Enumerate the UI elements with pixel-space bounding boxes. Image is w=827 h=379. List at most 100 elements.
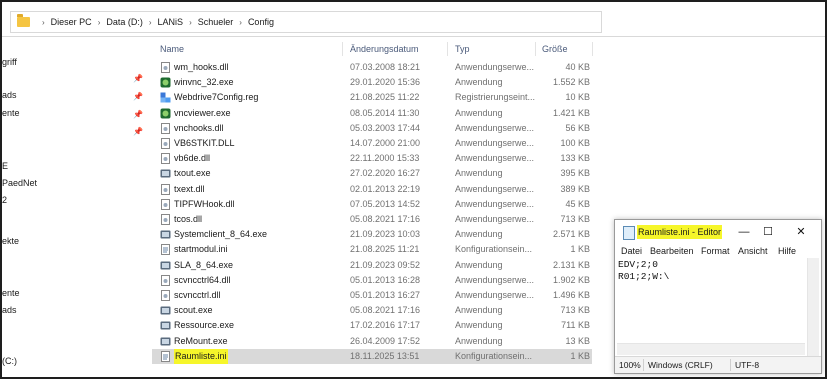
- app-icon: [160, 320, 171, 331]
- file-row[interactable]: startmodul.ini 21.08.2025 11:21 Konfigurat…: [152, 242, 592, 257]
- close-button[interactable]: ✕: [793, 224, 809, 240]
- column-separator[interactable]: [535, 42, 536, 56]
- nav-item-documents-2[interactable]: ente: [2, 286, 20, 300]
- status-zoom: 100%: [619, 360, 641, 370]
- column-header-name[interactable]: Name: [160, 42, 184, 56]
- menu-edit[interactable]: Bearbeiten: [650, 244, 694, 258]
- file-row[interactable]: txout.exe 27.02.2020 16:27 Anwendung 395 KB: [152, 166, 592, 181]
- nav-item-paednet[interactable]: PaedNet: [2, 176, 37, 190]
- notepad-statusbar: 100% Windows (CRLF) UTF-8: [615, 356, 821, 373]
- file-row[interactable]: vb6de.dll 22.11.2000 15:33 Anwendungserwe.…: [152, 151, 592, 166]
- pin-icon[interactable]: 📌: [133, 127, 143, 137]
- menu-help[interactable]: Hilfe: [778, 244, 796, 258]
- file-date: 22.11.2000 15:33: [350, 153, 420, 164]
- file-date: 26.04.2009 17:52: [350, 335, 421, 346]
- pin-icon[interactable]: 📌: [133, 92, 143, 102]
- horizontal-scrollbar[interactable]: [617, 343, 805, 355]
- nav-item-downloads-2[interactable]: ads: [2, 303, 17, 317]
- nav-item-quick-access[interactable]: griff: [2, 55, 17, 69]
- notepad-titlebar[interactable]: Raumliste.ini - Editor — ☐ ✕: [615, 220, 821, 244]
- breadcrumb-lanis[interactable]: LANiS: [158, 17, 184, 27]
- menu-view[interactable]: Ansicht: [738, 244, 768, 258]
- column-header-date[interactable]: Änderungsdatum: [350, 42, 419, 56]
- address-bar[interactable]: › Dieser PC › Data (D:) › LANiS › Schuel…: [10, 11, 602, 33]
- file-size: 1 KB: [570, 350, 590, 361]
- file-row[interactable]: Ressource.exe 17.02.2016 17:17 Anwendung 71…: [152, 318, 592, 333]
- file-row[interactable]: ReMount.exe 26.04.2009 17:52 Anwendung 13 K…: [152, 334, 592, 349]
- file-type: Anwendung: [455, 107, 503, 118]
- menu-file[interactable]: Datei: [621, 244, 642, 258]
- vertical-scrollbar[interactable]: [807, 258, 819, 356]
- file-type: Anwendungserwe...: [455, 183, 535, 194]
- nav-item-downloads[interactable]: ads: [2, 88, 17, 102]
- chevron-right-icon[interactable]: ›: [98, 18, 101, 27]
- file-row[interactable]: Raumliste.ini 18.11.2025 13:51 Konfigurati…: [152, 348, 592, 364]
- status-divider: [730, 359, 731, 371]
- text-line: R01;2;W:\: [618, 271, 670, 282]
- file-name: startmodul.ini: [174, 244, 228, 255]
- file-name: wm_hooks.dll: [174, 62, 229, 72]
- column-separator[interactable]: [592, 42, 593, 56]
- ini-icon: [160, 350, 171, 362]
- file-name: scout.exe: [174, 305, 213, 316]
- file-row[interactable]: vnchooks.dll 05.03.2003 17:44 Anwendungser…: [152, 121, 592, 136]
- menu-format[interactable]: Format: [701, 244, 730, 258]
- file-type: Konfigurationsein...: [455, 350, 533, 361]
- file-row[interactable]: scvncctrl64.dll 05.01.2013 16:28 Anwendung…: [152, 273, 592, 288]
- file-type: Anwendungserwe...: [455, 138, 535, 148]
- file-type: Anwendungserwe...: [455, 62, 535, 72]
- file-date: 21.08.2025 11:21: [350, 244, 420, 255]
- nav-item-2[interactable]: 2: [2, 193, 7, 207]
- chevron-right-icon[interactable]: ›: [189, 18, 192, 27]
- file-row[interactable]: VB6STKIT.DLL 14.07.2000 21:00 Anwendungser…: [152, 136, 592, 151]
- maximize-button[interactable]: ☐: [760, 224, 776, 240]
- file-type: Anwendung: [455, 168, 503, 179]
- pin-icon[interactable]: 📌: [133, 74, 143, 84]
- notepad-text-area[interactable]: EDV;2;0 R01;2;W:\: [618, 259, 804, 355]
- status-line-ending: Windows (CRLF): [648, 360, 713, 370]
- file-row[interactable]: TIPFWHook.dll 07.05.2013 14:52 Anwendungse…: [152, 197, 592, 212]
- file-row[interactable]: Webdrive7Config.reg 21.08.2025 11:22 Regis…: [152, 90, 592, 105]
- file-row[interactable]: vncviewer.exe 08.05.2014 11:30 Anwendung 1.…: [152, 106, 592, 121]
- address-bar-area: › Dieser PC › Data (D:) › LANiS › Schuel…: [2, 8, 825, 37]
- file-row[interactable]: wm_hooks.dll 07.03.2008 18:21 Anwendungser…: [152, 60, 592, 75]
- file-size: 45 KB: [565, 198, 590, 209]
- column-header-size[interactable]: Größe: [542, 42, 568, 56]
- file-date: 07.05.2013 14:52: [350, 198, 421, 209]
- file-row[interactable]: SLA_8_64.exe 21.09.2023 09:52 Anwendung 2.1…: [152, 258, 592, 273]
- dll-icon: [160, 138, 171, 149]
- dll-icon: [160, 153, 171, 165]
- breadcrumb-data-drive[interactable]: Data (D:): [106, 17, 143, 27]
- file-size: 133 KB: [560, 153, 590, 164]
- file-row[interactable]: scout.exe 05.08.2021 17:16 Anwendung 713 KB: [152, 303, 592, 318]
- file-size: 40 KB: [565, 62, 590, 72]
- file-row[interactable]: tcos.dll 05.08.2021 17:16 Anwendungserwe..…: [152, 212, 592, 227]
- file-date: 21.09.2023 10:03: [350, 229, 421, 240]
- breadcrumb-config[interactable]: Config: [248, 17, 274, 27]
- file-row[interactable]: scvncctrl.dll 05.01.2013 16:27 Anwendungse…: [152, 288, 592, 303]
- file-row[interactable]: winvnc_32.exe 29.01.2020 15:36 Anwendung 1.…: [152, 75, 592, 90]
- file-name: VB6STKIT.DLL: [174, 138, 235, 148]
- chevron-right-icon[interactable]: ›: [42, 18, 45, 27]
- file-row[interactable]: txext.dll 02.01.2013 22:19 Anwendungserwe.…: [152, 182, 592, 197]
- notepad-icon: [623, 226, 635, 240]
- file-date: 07.03.2008 18:21: [350, 62, 421, 72]
- chevron-right-icon[interactable]: ›: [239, 18, 242, 27]
- nav-item-local-disk-c[interactable]: (C:): [2, 354, 17, 368]
- app-icon: [160, 305, 171, 316]
- chevron-right-icon[interactable]: ›: [149, 18, 152, 27]
- ini-icon: [160, 244, 171, 256]
- file-date: 29.01.2020 15:36: [350, 77, 421, 88]
- column-header-type[interactable]: Typ: [455, 42, 470, 56]
- file-row[interactable]: Systemclient_8_64.exe 21.09.2023 10:03 Anw…: [152, 227, 592, 242]
- breadcrumb-this-pc[interactable]: Dieser PC: [51, 17, 92, 27]
- nav-item-e[interactable]: E: [2, 159, 8, 173]
- minimize-button[interactable]: —: [736, 224, 752, 240]
- folder-icon: [17, 14, 30, 27]
- breadcrumb-schueler[interactable]: Schueler: [198, 17, 234, 27]
- column-separator[interactable]: [447, 42, 448, 56]
- column-separator[interactable]: [342, 42, 343, 56]
- pin-icon[interactable]: 📌: [133, 110, 143, 120]
- nav-item-documents[interactable]: ente: [2, 106, 20, 120]
- nav-item-objects[interactable]: ekte: [2, 234, 19, 248]
